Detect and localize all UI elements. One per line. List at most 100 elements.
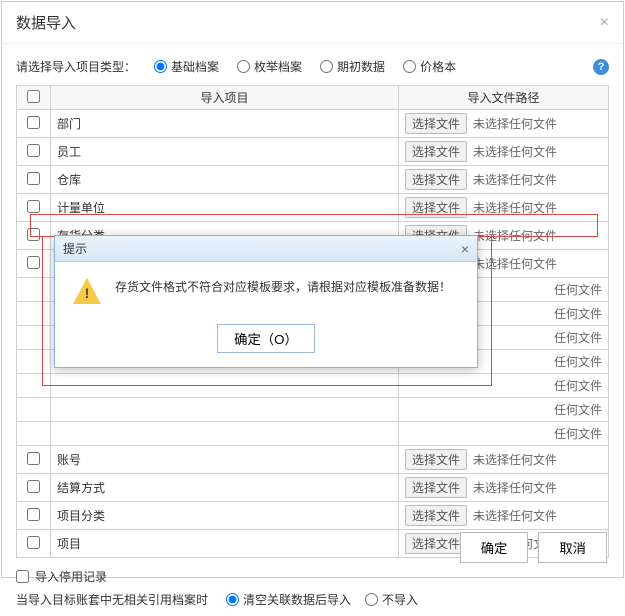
choose-file-button[interactable]: 选择文件 xyxy=(405,477,467,498)
type-radio-group: 基础档案 枚举档案 期初数据 价格本 xyxy=(154,58,581,75)
table-row: 任何文件 xyxy=(17,422,609,446)
type-radio-item[interactable]: 枚举档案 xyxy=(237,58,302,75)
row-checkbox-cell xyxy=(17,530,51,558)
row-checkbox-cell xyxy=(17,138,51,166)
row-path-cell: 任何文件 xyxy=(399,422,609,446)
ref-radio-item[interactable]: 清空关联数据后导入 xyxy=(226,591,351,608)
close-icon[interactable]: × xyxy=(600,14,609,32)
type-radio[interactable] xyxy=(320,60,333,73)
choose-file-button[interactable]: 选择文件 xyxy=(405,141,467,162)
row-checkbox-cell xyxy=(17,474,51,502)
type-label: 请选择导入项目类型： xyxy=(16,58,136,75)
row-path-cell: 任何文件 xyxy=(399,398,609,422)
row-checkbox[interactable] xyxy=(27,536,40,549)
row-checkbox[interactable] xyxy=(27,256,40,269)
type-radio-item[interactable]: 基础档案 xyxy=(154,58,219,75)
row-path-cell: 选择文件未选择任何文件 xyxy=(399,446,609,474)
cancel-button[interactable]: 取消 xyxy=(538,532,607,563)
alert-close-icon[interactable]: × xyxy=(461,241,469,257)
row-checkbox-cell xyxy=(17,302,51,326)
row-path-cell: 选择文件未选择任何文件 xyxy=(399,502,609,530)
type-radio-label: 价格本 xyxy=(420,58,456,75)
ref-radio-item[interactable]: 不导入 xyxy=(365,591,418,608)
no-file-text: 未选择任何文件 xyxy=(473,145,557,159)
row-project-cell xyxy=(51,422,399,446)
choose-file-button[interactable]: 选择文件 xyxy=(405,533,467,554)
dialog-header: 数据导入 × xyxy=(2,2,623,44)
type-radio-label: 基础档案 xyxy=(171,58,219,75)
row-checkbox-cell xyxy=(17,110,51,138)
type-radio-label: 期初数据 xyxy=(337,58,385,75)
header-checkbox-col xyxy=(17,86,51,110)
ok-button[interactable]: 确定 xyxy=(460,532,529,563)
no-file-text: 任何文件 xyxy=(554,427,602,441)
no-file-text: 未选择任何文件 xyxy=(473,509,557,523)
ref-radio[interactable] xyxy=(365,593,378,606)
row-checkbox[interactable] xyxy=(27,228,40,241)
row-checkbox[interactable] xyxy=(27,452,40,465)
no-file-text: 任何文件 xyxy=(554,355,602,369)
row-path-cell: 选择文件未选择任何文件 xyxy=(399,194,609,222)
row-checkbox-cell xyxy=(17,350,51,374)
no-file-text: 任何文件 xyxy=(554,379,602,393)
choose-file-button[interactable]: 选择文件 xyxy=(405,505,467,526)
type-radio[interactable] xyxy=(154,60,167,73)
row-path-cell: 选择文件未选择任何文件 xyxy=(399,166,609,194)
row-checkbox-cell xyxy=(17,222,51,250)
choose-file-button[interactable]: 选择文件 xyxy=(405,197,467,218)
row-path-cell: 选择文件未选择任何文件 xyxy=(399,110,609,138)
row-checkbox[interactable] xyxy=(27,480,40,493)
row-project-cell: 员工 xyxy=(51,138,399,166)
row-checkbox-cell xyxy=(17,326,51,350)
table-row: 员工选择文件未选择任何文件 xyxy=(17,138,609,166)
warning-icon xyxy=(73,278,101,306)
row-checkbox[interactable] xyxy=(27,172,40,185)
alert-dialog: 提示 × 存货文件格式不符合对应模板要求，请根据对应模板准备数据！ 确定（O） xyxy=(54,235,478,368)
row-checkbox-cell xyxy=(17,374,51,398)
row-checkbox-cell xyxy=(17,166,51,194)
no-file-text: 任何文件 xyxy=(554,403,602,417)
help-icon[interactable]: ? xyxy=(593,59,609,75)
type-radio-item[interactable]: 期初数据 xyxy=(320,58,385,75)
row-project-cell: 结算方式 xyxy=(51,474,399,502)
type-row: 请选择导入项目类型： 基础档案 枚举档案 期初数据 价格本 ? xyxy=(16,58,609,75)
row-project-cell xyxy=(51,374,399,398)
header-project: 导入项目 xyxy=(51,86,399,110)
import-disabled-label[interactable]: 导入停用记录 xyxy=(35,568,107,585)
table-row: 部门选择文件未选择任何文件 xyxy=(17,110,609,138)
type-radio[interactable] xyxy=(403,60,416,73)
choose-file-button[interactable]: 选择文件 xyxy=(405,113,467,134)
no-file-text: 未选择任何文件 xyxy=(473,257,557,271)
row-project-cell: 部门 xyxy=(51,110,399,138)
row-checkbox-cell xyxy=(17,502,51,530)
ref-radio[interactable] xyxy=(226,593,239,606)
import-disabled-row: 导入停用记录 xyxy=(16,568,609,585)
ref-row: 当导入目标账套中无相关引用档案时 清空关联数据后导入不导入 xyxy=(16,591,609,608)
row-path-cell: 选择文件未选择任何文件 xyxy=(399,138,609,166)
row-checkbox[interactable] xyxy=(27,116,40,129)
row-checkbox[interactable] xyxy=(27,508,40,521)
alert-title: 提示 xyxy=(63,240,87,257)
type-radio-item[interactable]: 价格本 xyxy=(403,58,456,75)
header-path: 导入文件路径 xyxy=(399,86,609,110)
select-all-checkbox[interactable] xyxy=(27,90,40,103)
alert-ok-button[interactable]: 确定（O） xyxy=(217,324,315,353)
row-project-cell: 计量单位 xyxy=(51,194,399,222)
row-checkbox[interactable] xyxy=(27,144,40,157)
no-file-text: 任何文件 xyxy=(554,331,602,345)
ref-label: 当导入目标账套中无相关引用档案时 xyxy=(16,591,208,608)
row-checkbox[interactable] xyxy=(27,200,40,213)
no-file-text: 任何文件 xyxy=(554,283,602,297)
ref-radio-group: 清空关联数据后导入不导入 xyxy=(226,591,418,608)
choose-file-button[interactable]: 选择文件 xyxy=(405,449,467,470)
table-row: 结算方式选择文件未选择任何文件 xyxy=(17,474,609,502)
import-dialog: 数据导入 × 请选择导入项目类型： 基础档案 枚举档案 期初数据 价格本 ? 导入项目… xyxy=(1,1,624,578)
import-disabled-checkbox[interactable] xyxy=(16,570,29,583)
row-checkbox-cell xyxy=(17,278,51,302)
table-row: 任何文件 xyxy=(17,374,609,398)
table-row: 项目分类选择文件未选择任何文件 xyxy=(17,502,609,530)
row-project-cell: 项目分类 xyxy=(51,502,399,530)
type-radio[interactable] xyxy=(237,60,250,73)
choose-file-button[interactable]: 选择文件 xyxy=(405,169,467,190)
table-header-row: 导入项目 导入文件路径 xyxy=(17,86,609,110)
